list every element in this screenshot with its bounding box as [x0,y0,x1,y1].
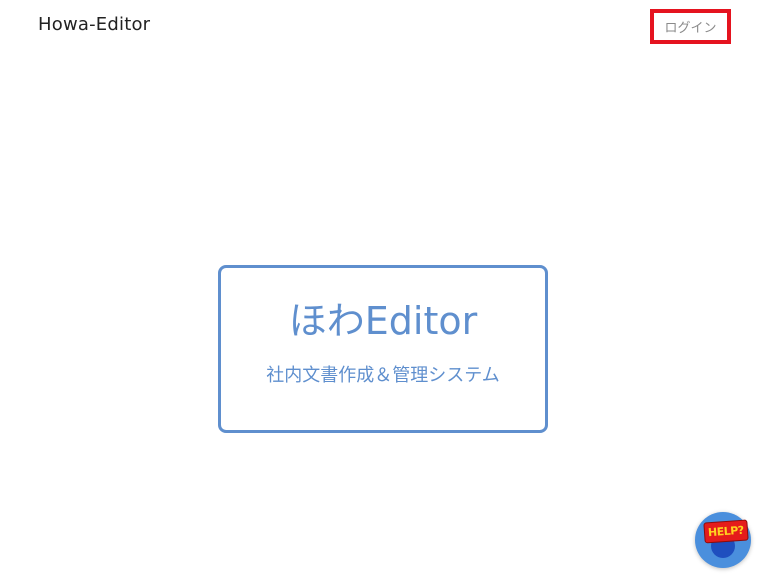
help-button[interactable]: HELP? [695,512,751,568]
login-button[interactable]: ログイン [650,9,731,44]
hero-subtitle: 社内文書作成＆管理システム [266,365,500,386]
login-label: ログイン [664,21,717,36]
hero-card: ほわEditor 社内文書作成＆管理システム [218,265,548,433]
page: Howa-Editor ログイン ほわEditor 社内文書作成＆管理システム … [0,0,769,585]
app-brand[interactable]: Howa-Editor [38,14,150,35]
hero-title: ほわEditor [288,299,478,343]
help-badge: HELP? [703,519,749,544]
